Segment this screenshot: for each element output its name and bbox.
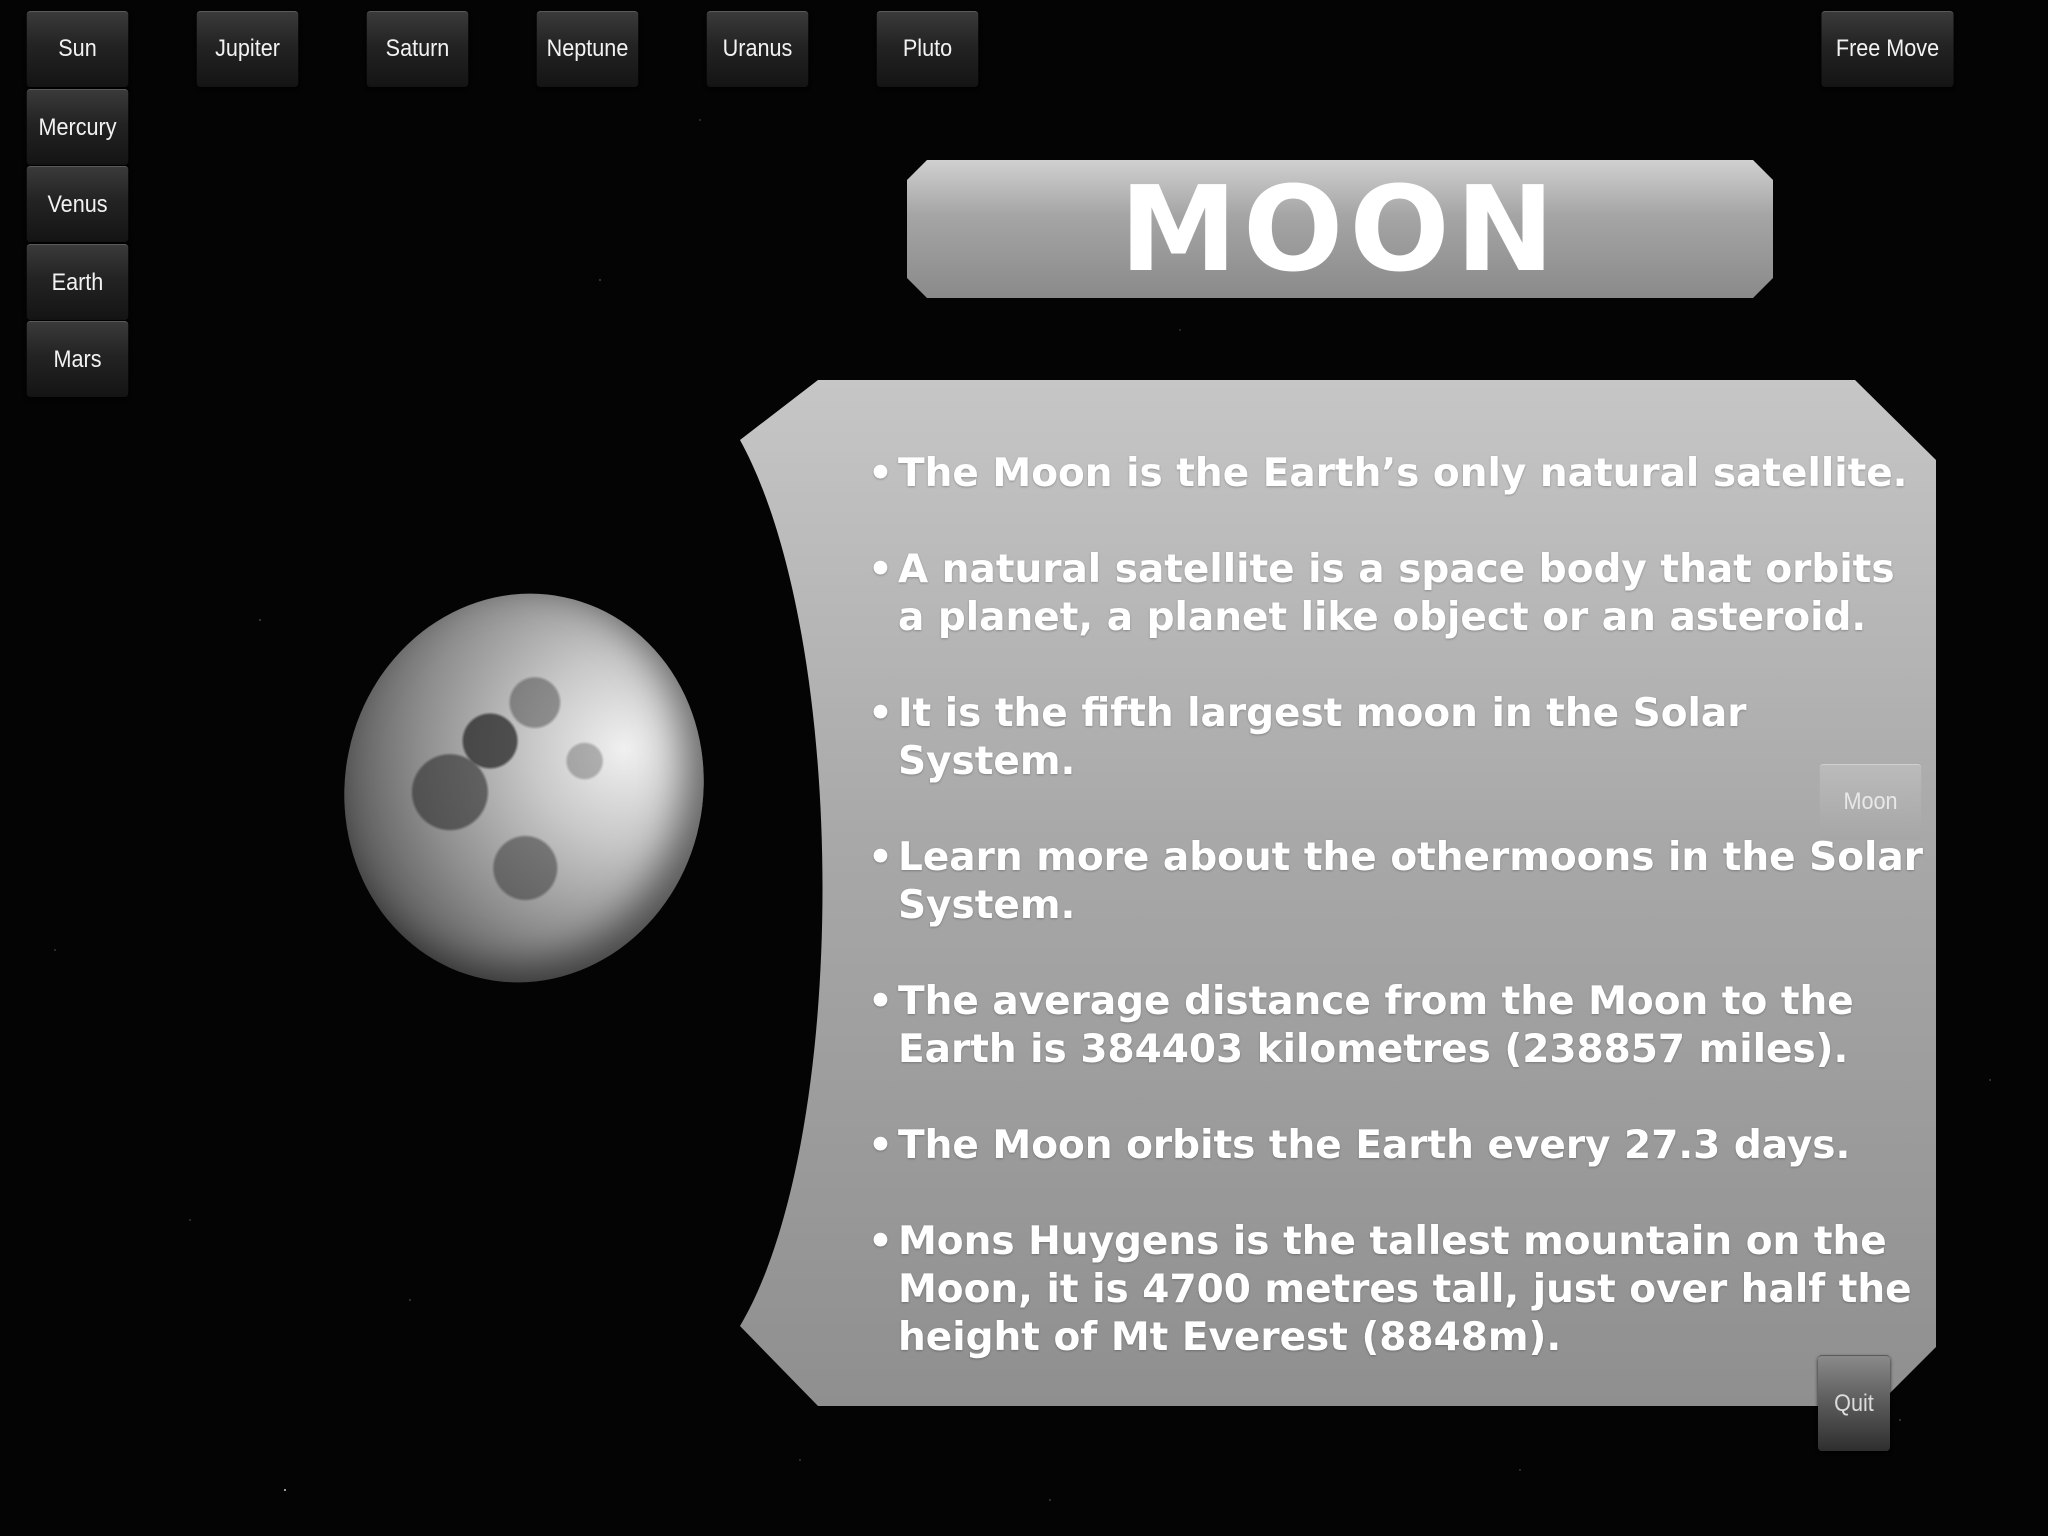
pluto-button[interactable]: Pluto — [876, 11, 979, 87]
uranus-button[interactable]: Uranus — [706, 11, 809, 87]
free-move-button[interactable]: Free Move — [1821, 11, 1954, 87]
fact-item: Learn more about the othermoons in the S… — [868, 834, 1928, 930]
earth-button[interactable]: Earth — [26, 244, 129, 320]
neptune-button[interactable]: Neptune — [536, 11, 639, 87]
venus-button[interactable]: Venus — [26, 166, 129, 242]
fact-item: The average distance from the Moon to th… — [868, 978, 1928, 1074]
jupiter-button[interactable]: Jupiter — [196, 11, 299, 87]
fact-item: The Moon orbits the Earth every 27.3 day… — [868, 1122, 1928, 1170]
fact-item: It is the fifth largest moon in the Sola… — [868, 690, 1928, 786]
mars-button[interactable]: Mars — [26, 321, 129, 397]
mercury-button[interactable]: Mercury — [26, 89, 129, 165]
fact-item: Mons Huygens is the tallest mountain on … — [868, 1218, 1928, 1362]
facts-list: The Moon is the Earth’s only natural sat… — [868, 450, 1928, 1410]
sun-button[interactable]: Sun — [26, 11, 129, 87]
fact-item: The Moon is the Earth’s only natural sat… — [868, 450, 1928, 498]
moon-button[interactable]: Moon — [1819, 764, 1922, 840]
quit-button[interactable]: Quit — [1818, 1355, 1890, 1451]
saturn-button[interactable]: Saturn — [366, 11, 469, 87]
page-title: MOON — [1119, 160, 1561, 298]
fact-item: A natural satellite is a space body that… — [868, 546, 1928, 642]
